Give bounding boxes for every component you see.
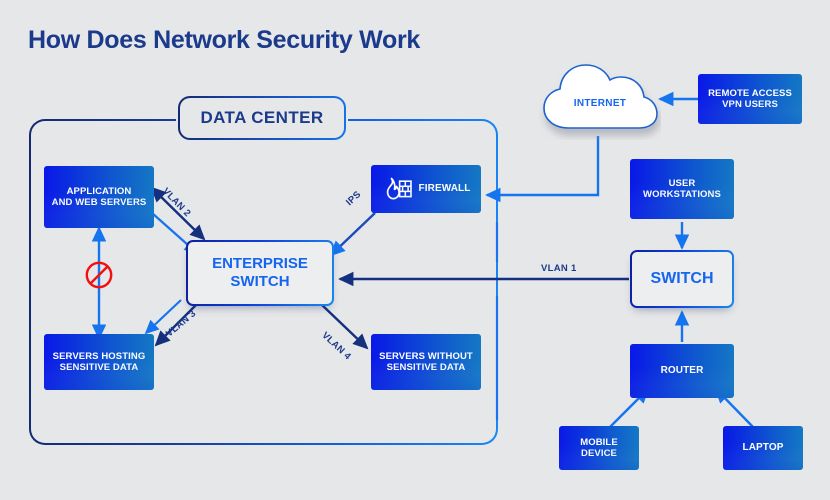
switch-label: SWITCH [650, 269, 714, 287]
node-firewall[interactable]: FIREWALL [371, 165, 481, 213]
firewall-icon [386, 177, 412, 200]
node-application-and-web-servers[interactable]: APPLICATION AND WEB SERVERS [44, 166, 154, 228]
app-web-servers-line1: APPLICATION [66, 185, 132, 197]
servers-sensitive-line1: SERVERS HOSTING [52, 350, 146, 362]
user-workstations-line2: WORKSTATIONS [643, 189, 721, 200]
app-web-servers-line2: AND WEB SERVERS [51, 197, 147, 208]
firewall-label: FIREWALL [418, 183, 471, 195]
data-center-label: DATA CENTER [178, 96, 346, 140]
node-switch[interactable]: SWITCH [630, 250, 734, 308]
node-mobile-device[interactable]: MOBILE DEVICE [559, 426, 639, 470]
mobile-device-line2: DEVICE [581, 448, 617, 459]
remote-vpn-line2: VPN USERS [722, 99, 778, 110]
node-servers-without-sensitive-data[interactable]: SERVERS WITHOUT SENSITIVE DATA [371, 334, 481, 390]
node-laptop[interactable]: LAPTOP [723, 426, 803, 470]
remote-vpn-line1: REMOTE ACCESS [708, 87, 792, 99]
enterprise-switch-line2: SWITCH [230, 273, 290, 290]
router-label: ROUTER [660, 365, 704, 377]
servers-without-line1: SERVERS WITHOUT [379, 350, 473, 362]
mobile-device-line1: MOBILE [580, 436, 618, 448]
laptop-label: LAPTOP [742, 442, 784, 454]
enterprise-switch-line1: ENTERPRISE [212, 255, 308, 273]
internet-label: INTERNET [573, 97, 627, 109]
node-enterprise-switch[interactable]: ENTERPRISE SWITCH [186, 240, 334, 306]
node-servers-hosting-sensitive-data[interactable]: SERVERS HOSTING SENSITIVE DATA [44, 334, 154, 390]
user-workstations-line1: USER [668, 177, 696, 189]
internet-cloud: INTERNET [539, 60, 661, 140]
node-router[interactable]: ROUTER [630, 344, 734, 398]
servers-without-line2: SENSITIVE DATA [386, 362, 466, 373]
diagram-canvas: How Does Network Security Work DATA CENT… [0, 0, 830, 500]
blocked-connection-marker [84, 260, 114, 290]
label-vlan1: VLAN 1 [541, 263, 577, 274]
no-entry-blocked-icon [85, 261, 113, 289]
servers-sensitive-line2: SENSITIVE DATA [59, 362, 139, 373]
node-user-workstations[interactable]: USER WORKSTATIONS [630, 159, 734, 219]
node-remote-access-vpn-users[interactable]: REMOTE ACCESS VPN USERS [698, 74, 802, 124]
